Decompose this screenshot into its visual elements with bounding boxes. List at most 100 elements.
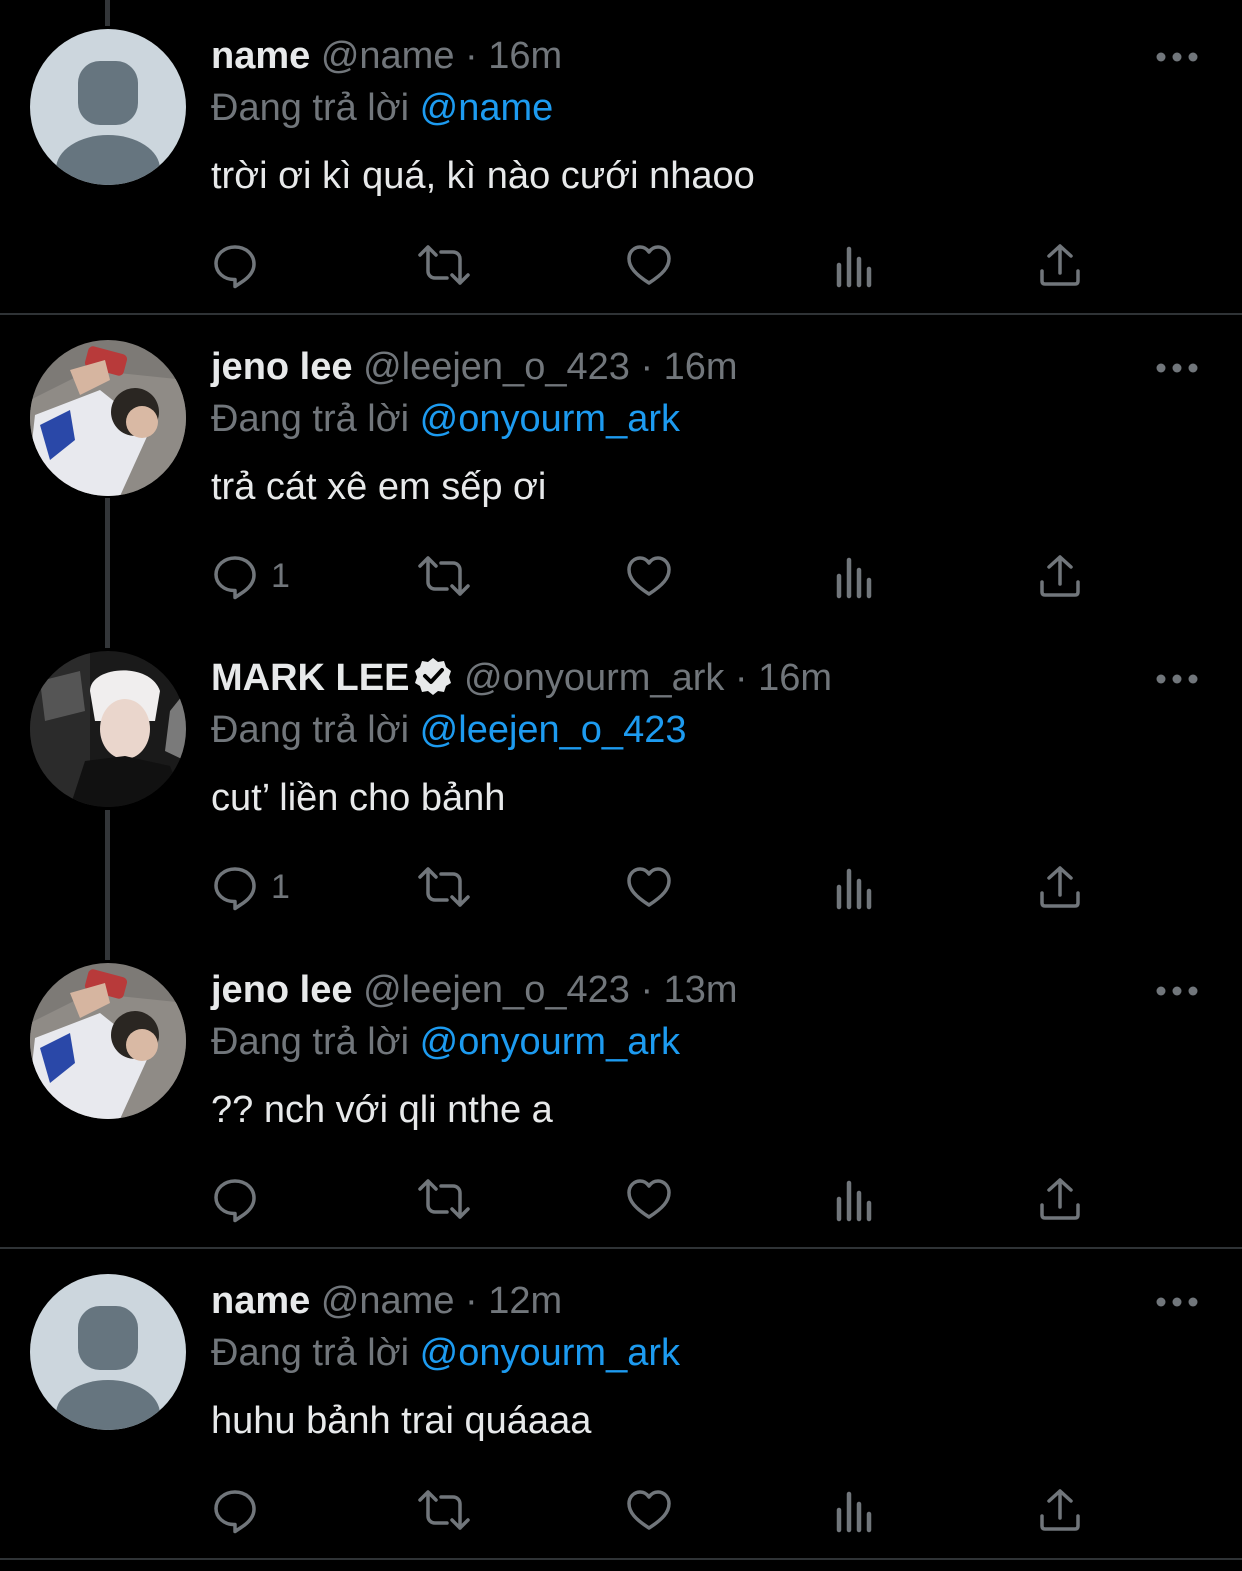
- default-avatar-icon: [30, 29, 186, 185]
- display-name[interactable]: jeno lee: [211, 346, 353, 388]
- views-icon: [836, 1491, 872, 1533]
- photo-avatar-icon: [30, 651, 186, 807]
- views-button[interactable]: [831, 1485, 879, 1535]
- more-icon[interactable]: [1156, 986, 1198, 996]
- user-handle[interactable]: @leejen_o_423: [363, 969, 630, 1011]
- mention-link[interactable]: @name: [420, 87, 554, 129]
- avatar[interactable]: [30, 340, 186, 496]
- reply-button[interactable]: [211, 1174, 271, 1224]
- tweet[interactable]: jeno lee @leejen_o_423 · 13m Đang trả lờ…: [0, 934, 1242, 1245]
- display-name[interactable]: MARK LEE: [211, 657, 409, 699]
- action-bar: [211, 240, 1111, 290]
- tweet[interactable]: name @name · 12m Đang trả lời @onyourm_a…: [0, 1245, 1242, 1556]
- separator-dot: ·: [640, 969, 654, 1011]
- separator-dot: ·: [465, 1280, 478, 1322]
- tweet-header: MARK LEE @onyourm_ark · 16m: [211, 652, 832, 704]
- replying-to-label: Đang trả lời: [211, 709, 410, 751]
- mention-link[interactable]: @onyourm_ark: [420, 398, 680, 440]
- more-icon[interactable]: [1156, 1297, 1198, 1307]
- more-icon[interactable]: [1156, 52, 1198, 62]
- tweet-header: name @name · 12m: [211, 1275, 562, 1327]
- user-handle[interactable]: @onyourm_ark: [464, 657, 724, 699]
- retweet-button[interactable]: [416, 1485, 472, 1535]
- tweet-text: huhu bảnh trai quáaaa: [211, 1400, 592, 1442]
- like-button[interactable]: [625, 240, 673, 290]
- tweet[interactable]: MARK LEE @onyourm_ark · 16m Đang trả lời…: [0, 622, 1242, 933]
- timestamp[interactable]: 16m: [488, 35, 562, 77]
- views-button[interactable]: [831, 1174, 879, 1224]
- replying-to-line: Đang trả lời @onyourm_ark: [211, 393, 680, 445]
- photo-avatar-icon: [30, 963, 186, 1119]
- replying-to-label: Đang trả lời: [211, 1021, 410, 1063]
- share-button[interactable]: [1036, 240, 1084, 290]
- display-name[interactable]: jeno lee: [211, 969, 353, 1011]
- user-handle[interactable]: @leejen_o_423: [363, 346, 630, 388]
- reply-icon: [214, 1179, 256, 1223]
- reply-button[interactable]: [211, 240, 271, 290]
- mention-link[interactable]: @onyourm_ark: [420, 1021, 680, 1063]
- retweet-icon: [418, 556, 470, 596]
- more-icon[interactable]: [1156, 674, 1198, 684]
- views-icon: [836, 246, 872, 288]
- tweet[interactable]: name @name · 16m Đang trả lời @name trời…: [0, 0, 1242, 311]
- retweet-button[interactable]: [416, 862, 472, 912]
- share-button[interactable]: [1036, 862, 1084, 912]
- retweet-icon: [418, 867, 470, 907]
- action-bar: [211, 1174, 1111, 1224]
- views-icon: [836, 868, 872, 910]
- share-icon: [1040, 555, 1080, 597]
- reply-icon: [214, 867, 256, 911]
- action-bar: 1: [211, 862, 1111, 912]
- like-button[interactable]: [625, 862, 673, 912]
- share-button[interactable]: [1036, 551, 1084, 601]
- reply-button[interactable]: 1: [211, 862, 290, 912]
- reply-icon: [214, 245, 256, 289]
- timestamp[interactable]: 16m: [664, 346, 738, 388]
- display-name[interactable]: name: [211, 35, 310, 77]
- user-handle[interactable]: @name: [321, 1280, 455, 1322]
- timestamp[interactable]: 12m: [488, 1280, 562, 1322]
- like-icon: [627, 1490, 671, 1530]
- replying-to-line: Đang trả lời @onyourm_ark: [211, 1016, 680, 1068]
- photo-avatar-icon: [30, 340, 186, 496]
- share-icon: [1040, 244, 1080, 286]
- action-bar: [211, 1485, 1111, 1535]
- like-button[interactable]: [625, 1485, 673, 1535]
- separator-dot: ·: [465, 35, 478, 77]
- views-icon: [836, 557, 872, 599]
- reply-icon: [214, 556, 256, 600]
- tweet-header: name @name · 16m: [211, 30, 562, 82]
- reply-button[interactable]: [211, 1485, 271, 1535]
- share-button[interactable]: [1036, 1485, 1084, 1535]
- timestamp[interactable]: 16m: [758, 657, 832, 699]
- verified-icon: [415, 658, 452, 695]
- user-handle[interactable]: @name: [321, 35, 455, 77]
- tweet-text: trả cát xê em sếp ơi: [211, 466, 547, 508]
- mention-link[interactable]: @leejen_o_423: [420, 709, 687, 751]
- tweet[interactable]: jeno lee @leejen_o_423 · 16m Đang trả lờ…: [0, 311, 1242, 622]
- retweet-button[interactable]: [416, 240, 472, 290]
- views-button[interactable]: [831, 551, 879, 601]
- replying-to-line: Đang trả lời @name: [211, 82, 553, 134]
- retweet-button[interactable]: [416, 551, 472, 601]
- avatar[interactable]: [30, 651, 186, 807]
- mention-link[interactable]: @onyourm_ark: [420, 1332, 680, 1374]
- avatar[interactable]: [30, 1274, 186, 1430]
- like-button[interactable]: [625, 1174, 673, 1224]
- like-button[interactable]: [625, 551, 673, 601]
- reply-count: 1: [271, 556, 290, 595]
- more-icon[interactable]: [1156, 363, 1198, 373]
- avatar[interactable]: [30, 963, 186, 1119]
- views-button[interactable]: [831, 862, 879, 912]
- timestamp[interactable]: 13m: [664, 969, 738, 1011]
- avatar[interactable]: [30, 29, 186, 185]
- tweet-text: trời ơi kì quá, kì nào cưới nhaoo: [211, 155, 755, 197]
- like-icon: [627, 867, 671, 907]
- views-button[interactable]: [831, 240, 879, 290]
- retweet-icon: [418, 245, 470, 285]
- share-button[interactable]: [1036, 1174, 1084, 1224]
- reply-button[interactable]: 1: [211, 551, 290, 601]
- retweet-button[interactable]: [416, 1174, 472, 1224]
- display-name[interactable]: name: [211, 1280, 310, 1322]
- default-avatar-icon: [30, 1274, 186, 1430]
